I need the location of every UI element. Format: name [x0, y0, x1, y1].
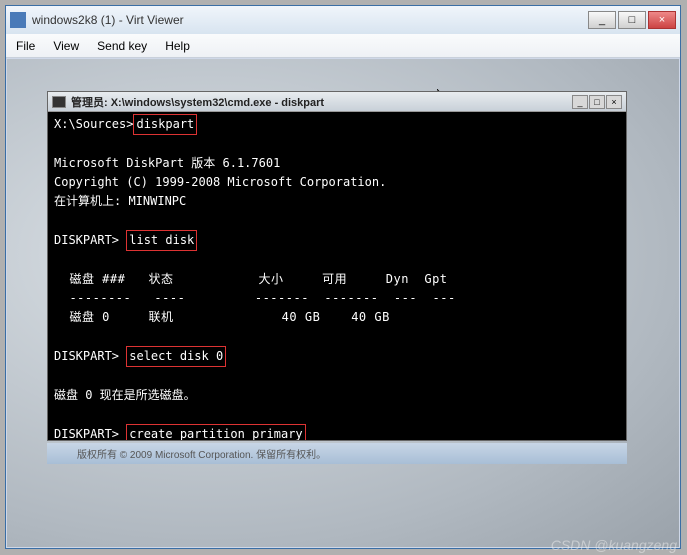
prompt-text: DISKPART> [54, 233, 126, 247]
prompt-text: DISKPART> [54, 427, 126, 440]
menu-sendkey[interactable]: Send key [97, 39, 147, 53]
cmd-maximize-button[interactable]: □ [589, 95, 605, 109]
vm-display[interactable]: 管理员: X:\windows\system32\cmd.exe - diskp… [7, 59, 679, 547]
virt-viewer-window: windows2k8 (1) - Virt Viewer _ □ × File … [5, 5, 681, 549]
menubar: File View Send key Help [6, 34, 680, 58]
cmd-window: 管理员: X:\windows\system32\cmd.exe - diskp… [47, 91, 627, 441]
output-line: 在计算机上: MINWINPC [54, 194, 186, 208]
window-controls: _ □ × [588, 11, 676, 29]
cmd-icon [52, 96, 66, 108]
cmd-window-controls: _ □ × [572, 95, 622, 109]
minimize-button[interactable]: _ [588, 11, 616, 29]
cmd-title: 管理员: X:\windows\system32\cmd.exe - diskp… [71, 94, 572, 110]
close-button[interactable]: × [648, 11, 676, 29]
cmd-select-disk: select disk 0 [126, 346, 226, 367]
prompt-text: X:\Sources> [54, 117, 133, 131]
cmd-minimize-button[interactable]: _ [572, 95, 588, 109]
table-row: 磁盘 0 联机 40 GB 40 GB [54, 310, 390, 324]
cmd-create-partition: create partition primary [126, 424, 305, 440]
watermark: CSDN @kuangzeng [551, 537, 677, 553]
maximize-button[interactable]: □ [618, 11, 646, 29]
cmd-list-disk: list disk [126, 230, 197, 251]
window-title: windows2k8 (1) - Virt Viewer [32, 13, 588, 27]
output-line: Copyright (C) 1999-2008 Microsoft Corpor… [54, 175, 386, 189]
terminal-output[interactable]: X:\Sources>diskpart Microsoft DiskPart 版… [48, 112, 626, 440]
app-icon [10, 12, 26, 28]
output-line: Microsoft DiskPart 版本 6.1.7601 [54, 156, 280, 170]
output-line: 磁盘 0 现在是所选磁盘。 [54, 388, 196, 402]
outer-titlebar[interactable]: windows2k8 (1) - Virt Viewer _ □ × [6, 6, 680, 34]
install-footer: 版权所有 © 2009 Microsoft Corporation. 保留所有权… [47, 443, 627, 464]
cmd-diskpart: diskpart [133, 114, 197, 135]
menu-view[interactable]: View [53, 39, 79, 53]
prompt-text: DISKPART> [54, 349, 126, 363]
table-separator: -------- ---- ------- ------- --- --- [54, 291, 456, 305]
cmd-titlebar[interactable]: 管理员: X:\windows\system32\cmd.exe - diskp… [48, 92, 626, 112]
menu-file[interactable]: File [16, 39, 35, 53]
cmd-close-button[interactable]: × [606, 95, 622, 109]
table-header: 磁盘 ### 状态 大小 可用 Dyn Gpt [54, 272, 448, 286]
menu-help[interactable]: Help [165, 39, 190, 53]
